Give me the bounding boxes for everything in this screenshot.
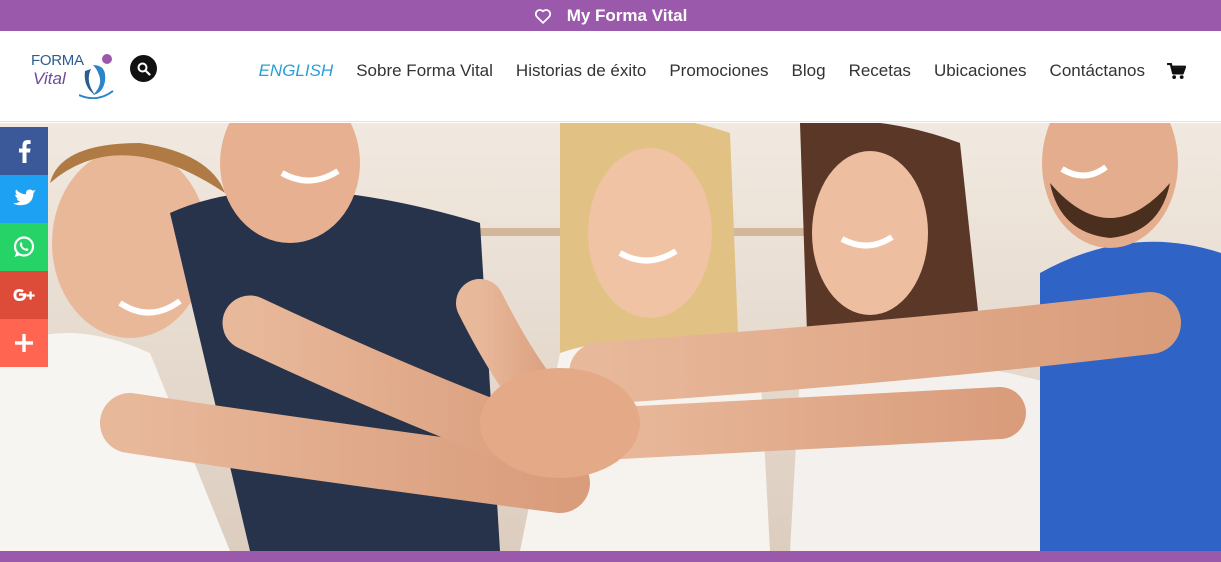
share-google-plus-button[interactable] [0,271,48,319]
site-header: FORMA Vital ENGLISH Sobre Forma Vital Hi… [0,31,1221,122]
heart-outline-icon [534,8,552,24]
search-button[interactable] [130,55,157,82]
share-more-button[interactable] [0,319,48,367]
share-twitter-button[interactable] [0,175,48,223]
nav-historias-de-exito[interactable]: Historias de éxito [516,61,646,81]
bottom-purple-strip [0,551,1221,562]
search-icon [137,62,151,76]
nav-contactanos[interactable]: Contáctanos [1050,61,1145,81]
hero-group-photo [0,123,1221,551]
nav-ubicaciones[interactable]: Ubicaciones [934,61,1027,81]
forma-vital-logo[interactable]: FORMA Vital [31,51,115,103]
share-whatsapp-button[interactable] [0,223,48,271]
google-plus-icon [13,289,35,301]
nav-blog[interactable]: Blog [792,61,826,81]
share-facebook-button[interactable] [0,127,48,175]
facebook-icon [19,140,31,163]
whatsapp-icon [13,236,35,257]
nav-sobre-forma-vital[interactable]: Sobre Forma Vital [356,61,493,81]
hero-image [0,123,1221,551]
main-nav: ENGLISH Sobre Forma Vital Historias de é… [259,61,1186,81]
nav-recetas[interactable]: Recetas [849,61,911,81]
nav-promociones[interactable]: Promociones [669,61,768,81]
social-share-bar [0,127,48,367]
my-forma-vital-bar[interactable]: My Forma Vital [0,0,1221,31]
logo-mark-icon [79,54,114,99]
nav-english[interactable]: ENGLISH [259,61,334,81]
twitter-icon [13,189,36,206]
shopping-cart-icon[interactable] [1167,62,1186,80]
plus-icon [15,334,33,352]
my-forma-vital-label: My Forma Vital [566,5,688,25]
